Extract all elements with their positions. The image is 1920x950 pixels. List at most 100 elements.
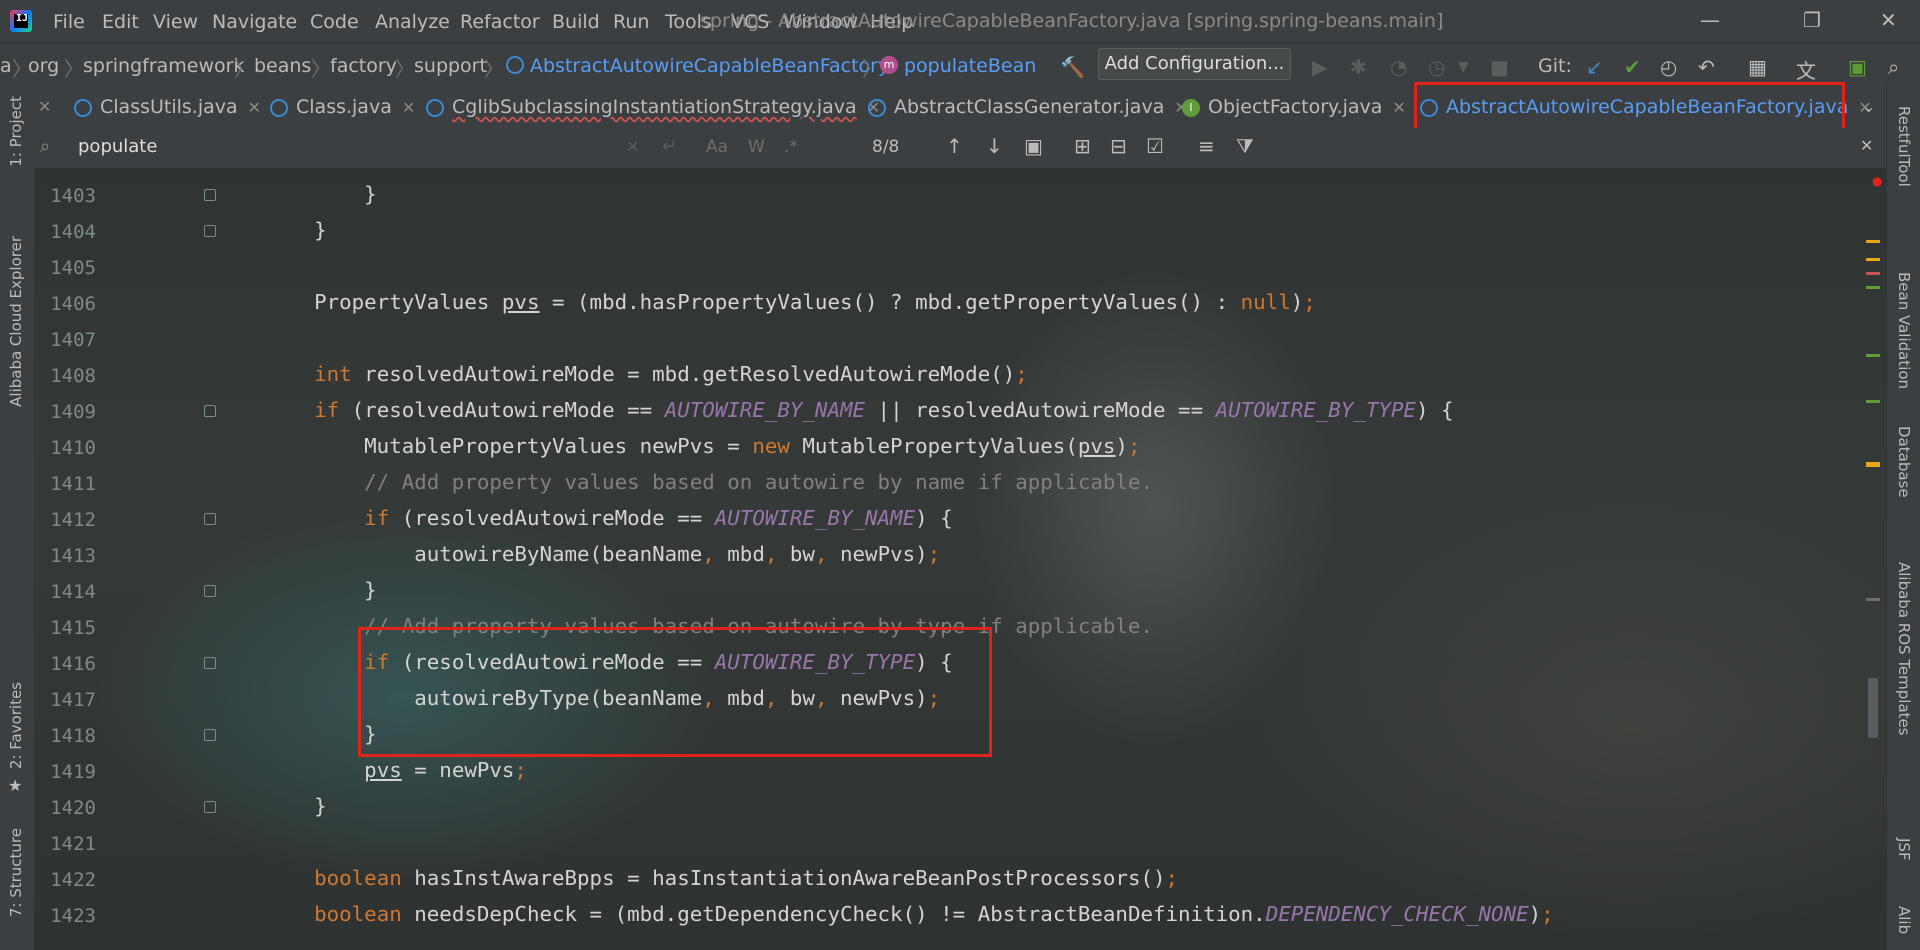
line-number: 1417 — [50, 689, 96, 711]
fold-marker-icon[interactable] — [204, 585, 216, 597]
next-occurrence-icon[interactable]: ↓ — [986, 134, 1003, 158]
menu-refactor[interactable]: Refactor — [460, 11, 540, 33]
coverage-icon[interactable]: ◔ — [1390, 55, 1407, 79]
tabs-overflow-chevron-icon[interactable]: ⌄ — [1862, 97, 1875, 116]
line-number: 1405 — [50, 257, 96, 279]
tool-window-favorites[interactable]: 2: Favorites — [7, 682, 25, 769]
debug-icon[interactable]: ✱ — [1350, 55, 1367, 79]
tab-label: ObjectFactory.java — [1208, 96, 1383, 118]
tool-window-structure[interactable]: 7: Structure — [7, 828, 25, 917]
line-number: 1413 — [50, 545, 96, 567]
line-number: 1407 — [50, 329, 96, 351]
translate-icon[interactable]: 文 — [1796, 55, 1816, 84]
fold-marker-icon[interactable] — [204, 513, 216, 525]
breadcrumb-method[interactable]: populateBean — [904, 55, 1036, 77]
code-line: int resolvedAutowireMode = mbd.getResolv… — [314, 362, 1028, 386]
context-options-icon[interactable]: ≡ — [1198, 134, 1215, 158]
tab-object-factory[interactable]: I ObjectFactory.java ✕ — [1182, 86, 1406, 128]
add-configuration-button[interactable]: Add Configuration... — [1098, 48, 1291, 80]
new-line-icon[interactable]: ↵ — [662, 136, 677, 157]
find-bar: ⌕ populate ✕ ↵ Aa W .* 8/8 ↑ ↓ ▣ ⊞ ⊟ ☑ ≡… — [34, 128, 1886, 169]
breadcrumb-separator: 〉 — [395, 57, 415, 81]
line-number: 1403 — [50, 185, 96, 207]
search-everywhere-icon[interactable]: ⌕ — [1888, 55, 1899, 79]
fold-marker-icon[interactable] — [204, 405, 216, 417]
tab-class[interactable]: Class.java ✕ — [270, 86, 415, 128]
tool-window-jsf[interactable]: JSF — [1895, 838, 1913, 861]
maximize-button[interactable]: ❐ — [1803, 8, 1821, 32]
menu-navigate[interactable]: Navigate — [212, 11, 297, 33]
tool-window-bean-validation[interactable]: Bean Validation — [1895, 272, 1913, 389]
menu-run[interactable]: Run — [613, 11, 649, 33]
tool-window-alibaba-ros-templates[interactable]: Alibaba ROS Templates — [1895, 562, 1913, 736]
breadcrumb-support[interactable]: support — [414, 55, 487, 77]
select-all-occurrences-icon[interactable]: ▣ — [1024, 134, 1043, 158]
code-editor[interactable]: 1403 1404 1405 1406 1407 1408 1409 1410 … — [34, 168, 1886, 950]
chevron-down-icon[interactable]: ▼ — [1458, 59, 1469, 75]
close-icon[interactable]: ✕ — [248, 98, 261, 117]
scroll-marker — [1866, 240, 1880, 243]
breadcrumb-class[interactable]: AbstractAutowireCapableBeanFactory — [530, 55, 889, 77]
close-icon[interactable]: ✕ — [38, 97, 51, 116]
fold-marker-icon[interactable] — [204, 225, 216, 237]
line-number: 1409 — [50, 401, 96, 423]
editor-scrollbar-thumb[interactable] — [1868, 678, 1878, 738]
stop-icon[interactable]: ■ — [1490, 55, 1509, 79]
line-number: 1412 — [50, 509, 96, 531]
remove-occurrence-icon[interactable]: ⊟ — [1110, 134, 1127, 158]
tool-window-restfultool[interactable]: RestfulTool — [1895, 106, 1913, 187]
breadcrumb-separator: 〉 — [311, 57, 331, 81]
menu-code[interactable]: Code — [310, 11, 359, 33]
breadcrumb-springframework[interactable]: springframework — [83, 55, 244, 77]
git-commit-icon[interactable]: ✔ — [1624, 55, 1641, 79]
tool-window-alibaba-more[interactable]: Alib — [1895, 906, 1913, 934]
breadcrumb-separator: 〉 — [234, 57, 254, 81]
breadcrumb-factory[interactable]: factory — [330, 55, 397, 77]
fold-marker-icon[interactable] — [204, 189, 216, 201]
tab-cglib-subclassing[interactable]: CglibSubclassingInstantiationStrategy.ja… — [426, 86, 880, 128]
search-input[interactable]: populate — [78, 136, 157, 157]
regex-toggle[interactable]: .* — [784, 137, 798, 157]
breadcrumb-org[interactable]: org — [28, 55, 59, 77]
fold-marker-icon[interactable] — [204, 729, 216, 741]
minimize-button[interactable]: — — [1700, 8, 1720, 32]
select-all-matches-icon[interactable]: ☑ — [1146, 134, 1164, 158]
run-icon[interactable]: ▶ — [1312, 55, 1327, 79]
whole-words-toggle[interactable]: W — [748, 137, 765, 157]
filter-icon[interactable]: ⧩ — [1236, 134, 1254, 158]
previous-occurrence-icon[interactable]: ↑ — [946, 134, 963, 158]
scroll-marker — [1866, 286, 1880, 289]
fold-marker-icon[interactable] — [204, 657, 216, 669]
menu-analyze[interactable]: Analyze — [375, 11, 450, 33]
git-rollback-icon[interactable]: ↶ — [1698, 55, 1715, 79]
git-history-icon[interactable]: ◴ — [1660, 55, 1677, 79]
close-icon[interactable]: ✕ — [402, 98, 415, 117]
git-update-icon[interactable]: ↙ — [1586, 55, 1603, 79]
close-window-button[interactable]: ✕ — [1880, 8, 1897, 32]
close-find-bar-icon[interactable]: ✕ — [1860, 136, 1873, 155]
match-case-toggle[interactable]: Aa — [706, 137, 728, 157]
class-icon — [270, 98, 288, 117]
error-indicator-icon[interactable]: ● — [1872, 174, 1882, 188]
code-line: if (resolvedAutowireMode == AUTOWIRE_BY_… — [314, 398, 1454, 422]
tool-window-alibaba-cloud-explorer[interactable]: Alibaba Cloud Explorer — [7, 236, 25, 407]
tool-window-project[interactable]: 1: Project — [7, 96, 25, 167]
scroll-marker — [1866, 400, 1880, 403]
build-hammer-icon[interactable]: 🔨 — [1060, 55, 1085, 79]
breadcrumb-beans[interactable]: beans — [254, 55, 311, 77]
menu-build[interactable]: Build — [552, 11, 600, 33]
add-occurrence-icon[interactable]: ⊞ — [1074, 134, 1091, 158]
profile-icon[interactable]: ◷ — [1428, 55, 1445, 79]
menu-edit[interactable]: Edit — [102, 11, 139, 33]
menu-view[interactable]: View — [153, 11, 198, 33]
clear-search-icon[interactable]: ✕ — [626, 137, 639, 156]
tool-window-database[interactable]: Database — [1895, 426, 1913, 498]
close-icon[interactable]: ✕ — [1392, 98, 1405, 117]
menu-file[interactable]: File — [53, 11, 85, 33]
fold-marker-icon[interactable] — [204, 801, 216, 813]
tab-abstract-class-generator[interactable]: AbstractClassGenerator.java✕ — [868, 86, 1188, 128]
line-number: 1423 — [50, 905, 96, 927]
tab-classutils[interactable]: ClassUtils.java ✕ — [74, 86, 261, 128]
terminal-icon[interactable]: ▣ — [1848, 55, 1867, 79]
project-structure-icon[interactable]: ▦ — [1748, 55, 1767, 79]
